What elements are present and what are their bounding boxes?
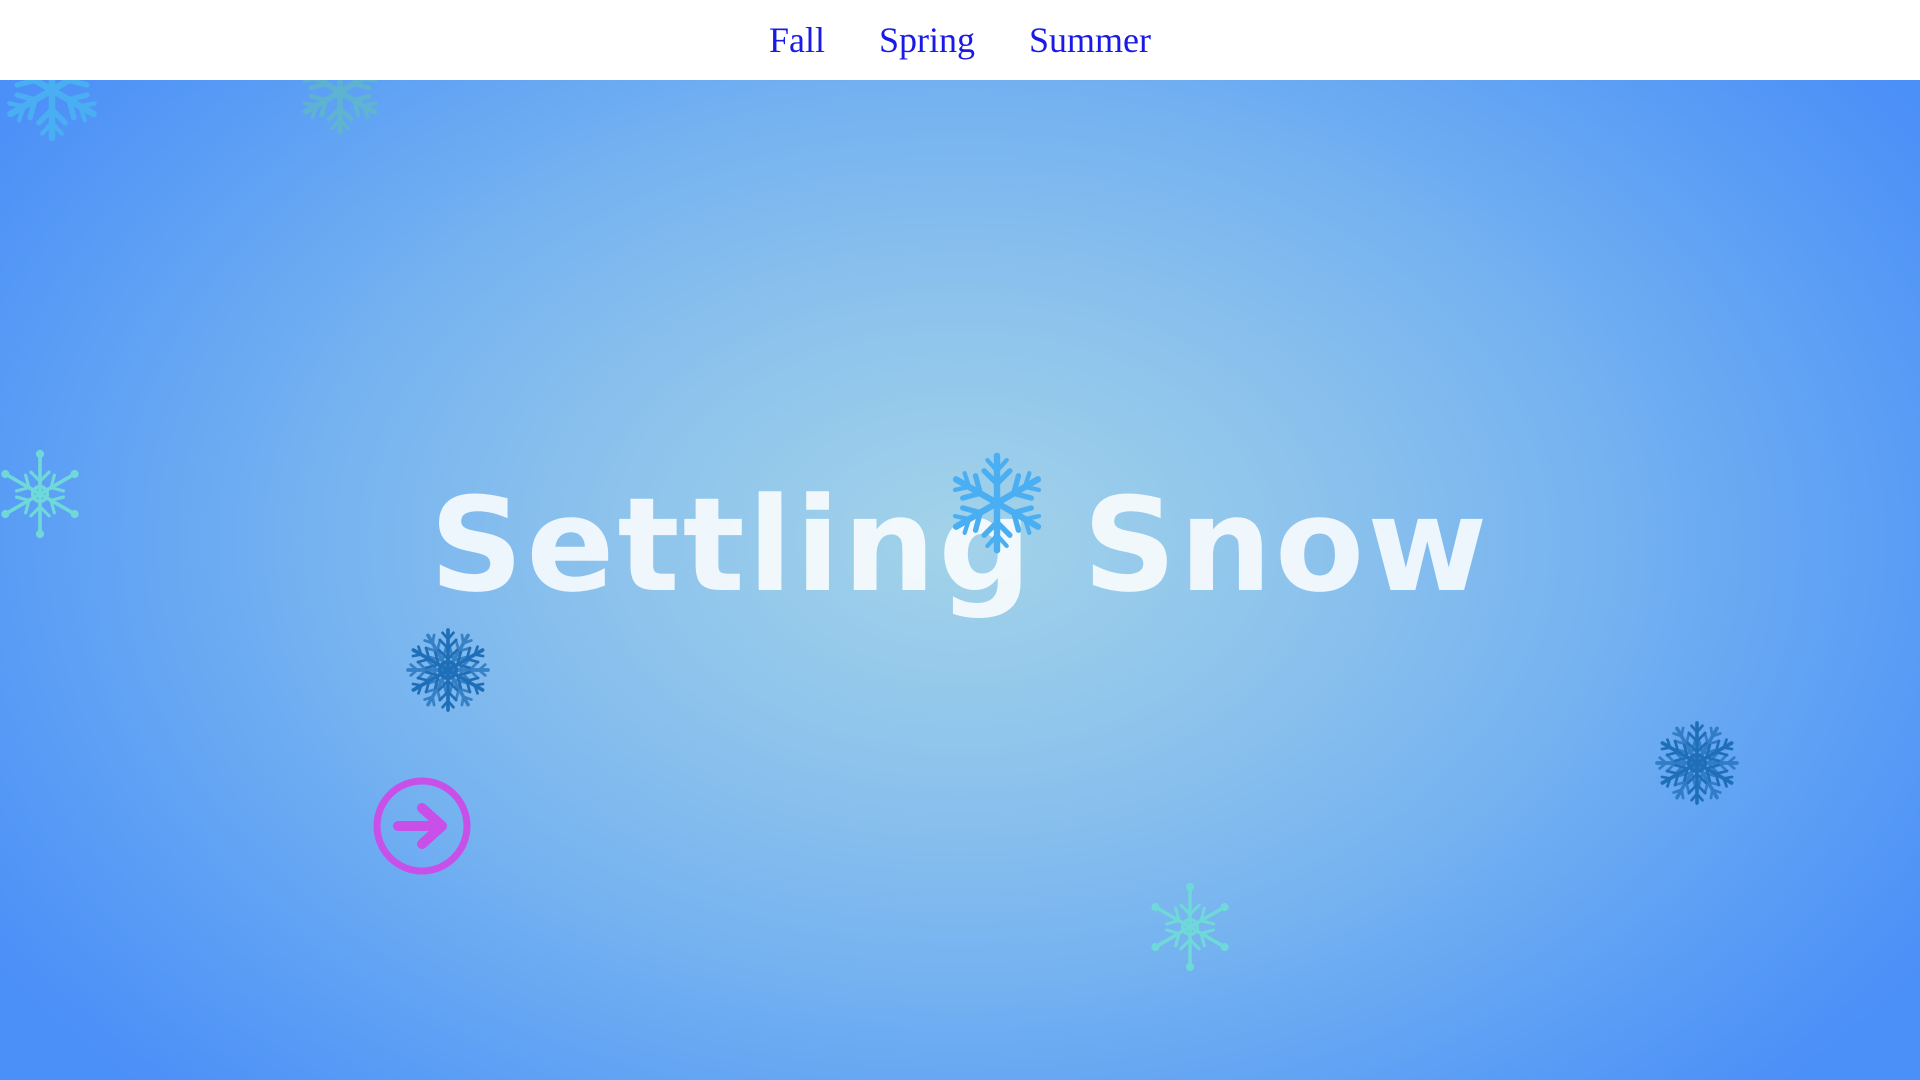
snowflake-icon bbox=[1647, 713, 1747, 813]
nav-link-fall[interactable]: Fall bbox=[769, 22, 825, 58]
arrow-right-circle-icon bbox=[373, 777, 471, 875]
snowflake-icon bbox=[398, 620, 498, 720]
snow-stage: Settling Snow bbox=[0, 80, 1920, 1080]
next-button[interactable] bbox=[372, 776, 472, 876]
snowflake-icon bbox=[290, 80, 390, 142]
snowflake-icon bbox=[938, 444, 1056, 562]
season-nav: Fall Spring Summer bbox=[0, 0, 1920, 80]
snowflake-icon bbox=[0, 80, 112, 150]
snowflake-icon bbox=[1140, 877, 1240, 977]
nav-link-spring[interactable]: Spring bbox=[879, 22, 975, 58]
nav-link-summer[interactable]: Summer bbox=[1029, 22, 1151, 58]
